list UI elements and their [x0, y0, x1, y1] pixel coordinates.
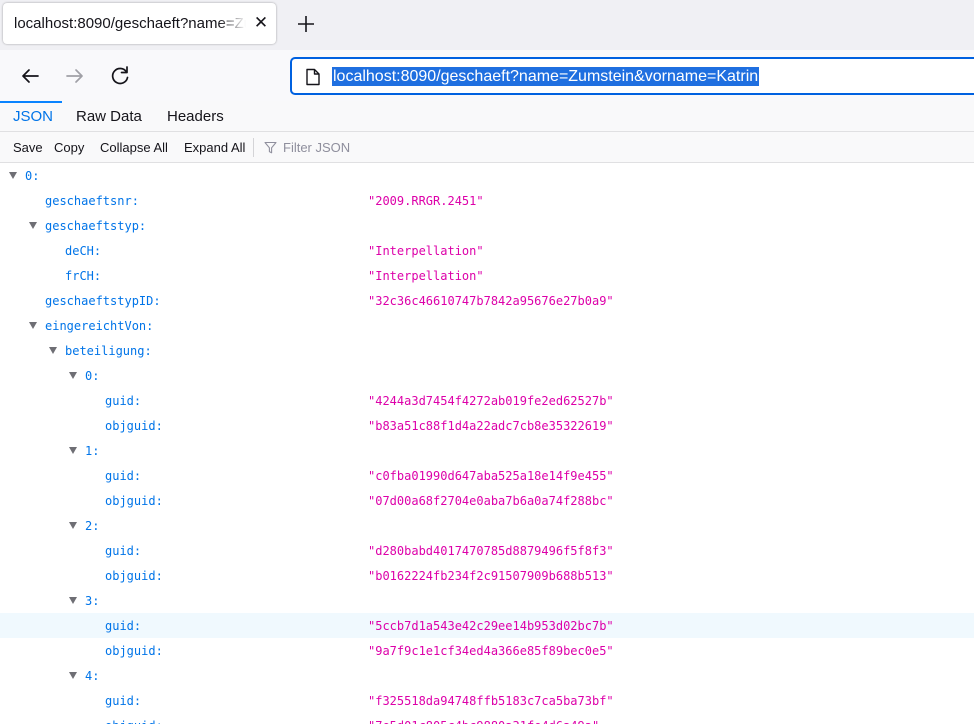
json-viewer-tabs: JSON Raw Data Headers	[0, 101, 974, 132]
json-key: guid:	[105, 694, 142, 708]
json-value: "9a7f9c1e1cf34ed4a366e85f89bec0e5"	[368, 644, 614, 658]
json-value: "f325518da94748ffb5183c7ca5ba73bf"	[368, 694, 614, 708]
json-key: 1:	[85, 444, 100, 458]
close-tab-icon[interactable]: ✕	[252, 14, 270, 32]
back-arrow-icon[interactable]	[16, 62, 44, 90]
json-key: objguid:	[105, 644, 163, 658]
json-tree-row[interactable]: guid: "c0fba01990d647aba525a18e14f9e455"	[0, 463, 974, 488]
expand-triangle-icon[interactable]	[69, 522, 77, 529]
json-key: frCH:	[65, 269, 102, 283]
json-value: "5ccb7d1a543e42c29ee14b953d02bc7b"	[368, 619, 614, 633]
json-tree-row[interactable]: geschaeftstyp:	[0, 213, 974, 238]
expand-triangle-icon[interactable]	[29, 322, 37, 329]
json-tree-row[interactable]: objguid: "9a7f9c1e1cf34ed4a366e85f89bec0e…	[0, 638, 974, 663]
save-button[interactable]: Save	[13, 140, 43, 155]
json-tree-row[interactable]: geschaeftstypID: "32c36c46610747b7842a956…	[0, 288, 974, 313]
json-key: guid:	[105, 544, 142, 558]
json-value: "7e5d01c805c4bc9880a31fe4d6a49a"	[368, 719, 599, 724]
json-key: guid:	[105, 394, 142, 408]
json-key: geschaeftstypID:	[45, 294, 161, 308]
tab-headers[interactable]: Headers	[167, 108, 224, 125]
collapse-all-button[interactable]: Collapse All	[100, 140, 168, 155]
browser-tab[interactable]: localhost:8090/geschaeft?name=Zumstein&v…	[3, 3, 276, 44]
toolbar-divider	[253, 138, 254, 157]
tab-raw-data[interactable]: Raw Data	[76, 108, 142, 125]
url-bar[interactable]: localhost:8090/geschaeft?name=Zumstein&v…	[290, 57, 974, 95]
json-value: "d280babd4017470785d8879496f5f8f3"	[368, 544, 614, 558]
json-key: 0:	[85, 369, 100, 383]
json-value: "Interpellation"	[368, 269, 484, 283]
expand-triangle-icon[interactable]	[69, 672, 77, 679]
navigation-toolbar: localhost:8090/geschaeft?name=Zumstein&v…	[0, 50, 974, 101]
json-key: guid:	[105, 619, 142, 633]
active-tab-indicator	[0, 101, 62, 103]
json-toolbar: Save Copy Collapse All Expand All Filter…	[0, 132, 974, 163]
expand-triangle-icon[interactable]	[29, 222, 37, 229]
json-tree-row[interactable]: 0:	[0, 163, 974, 188]
json-key: beteiligung:	[65, 344, 152, 358]
copy-button[interactable]: Copy	[54, 140, 84, 155]
json-key: objguid:	[105, 419, 163, 433]
forward-arrow-icon[interactable]	[61, 62, 89, 90]
json-key: objguid:	[105, 719, 163, 724]
json-key: 3:	[85, 594, 100, 608]
json-tree-row[interactable]: geschaeftsnr: "2009.RRGR.2451"	[0, 188, 974, 213]
json-tree-row[interactable]: objguid: "b0162224fb234f2c91507909b688b51…	[0, 563, 974, 588]
filter-json-input[interactable]: Filter JSON	[283, 140, 350, 155]
expand-triangle-icon[interactable]	[69, 597, 77, 604]
json-value: "4244a3d7454f4272ab019fe2ed62527b"	[368, 394, 614, 408]
json-tree-row[interactable]: 2:	[0, 513, 974, 538]
json-key: objguid:	[105, 494, 163, 508]
json-key: eingereichtVon:	[45, 319, 154, 333]
json-tree-row[interactable]: 4:	[0, 663, 974, 688]
tab-json[interactable]: JSON	[13, 108, 53, 125]
json-tree-row[interactable]: 1:	[0, 438, 974, 463]
page-icon[interactable]	[305, 68, 321, 86]
expand-triangle-icon[interactable]	[69, 372, 77, 379]
json-tree-row[interactable]: guid: "4244a3d7454f4272ab019fe2ed62527b"	[0, 388, 974, 413]
expand-triangle-icon[interactable]	[69, 447, 77, 454]
json-tree-row[interactable]: guid: "d280babd4017470785d8879496f5f8f3"	[0, 538, 974, 563]
json-tree: 0: geschaeftsnr: "2009.RRGR.2451" geschaeft…	[0, 163, 974, 724]
json-key: 4:	[85, 669, 100, 683]
json-tree-row[interactable]: deCH: "Interpellation"	[0, 238, 974, 263]
json-tree-row[interactable]: objguid: "07d00a68f2704e0aba7b6a0a74f288b…	[0, 488, 974, 513]
json-value: "Interpellation"	[368, 244, 484, 258]
json-tree-row[interactable]: beteiligung:	[0, 338, 974, 363]
new-tab-plus-icon[interactable]	[292, 10, 320, 38]
tab-title: localhost:8090/geschaeft?name=Zumstein&v…	[14, 15, 246, 32]
expand-all-button[interactable]: Expand All	[184, 140, 245, 155]
json-tree-row[interactable]: guid: "5ccb7d1a543e42c29ee14b953d02bc7b"	[0, 613, 974, 638]
json-tree-row[interactable]: eingereichtVon:	[0, 313, 974, 338]
json-value: "b83a51c88f1d4a22adc7cb8e35322619"	[368, 419, 614, 433]
json-key: objguid:	[105, 569, 163, 583]
json-key: geschaeftsnr:	[45, 194, 139, 208]
json-value: "2009.RRGR.2451"	[368, 194, 484, 208]
json-value: "07d00a68f2704e0aba7b6a0a74f288bc"	[368, 494, 614, 508]
json-tree-row[interactable]: guid: "f325518da94748ffb5183c7ca5ba73bf"	[0, 688, 974, 713]
json-tree-row[interactable]: 0:	[0, 363, 974, 388]
expand-triangle-icon[interactable]	[9, 172, 17, 179]
json-tree-row[interactable]: 3:	[0, 588, 974, 613]
json-value: "32c36c46610747b7842a95676e27b0a9"	[368, 294, 614, 308]
expand-triangle-icon[interactable]	[49, 347, 57, 354]
tab-strip: localhost:8090/geschaeft?name=Zumstein&v…	[0, 0, 974, 50]
json-key: guid:	[105, 469, 142, 483]
json-value: "c0fba01990d647aba525a18e14f9e455"	[368, 469, 614, 483]
json-tree-row[interactable]: frCH: "Interpellation"	[0, 263, 974, 288]
json-tree-row[interactable]: objguid: "b83a51c88f1d4a22adc7cb8e3532261…	[0, 413, 974, 438]
json-value: "b0162224fb234f2c91507909b688b513"	[368, 569, 614, 583]
json-key: deCH:	[65, 244, 102, 258]
json-tree-row[interactable]: objguid: "7e5d01c805c4bc9880a31fe4d6a49a"	[0, 713, 974, 724]
filter-icon	[264, 141, 277, 154]
json-key: 2:	[85, 519, 100, 533]
url-text[interactable]: localhost:8090/geschaeft?name=Zumstein&v…	[332, 67, 760, 86]
reload-icon[interactable]	[106, 62, 134, 90]
json-key: 0:	[25, 169, 40, 183]
json-key: geschaeftstyp:	[45, 219, 147, 233]
